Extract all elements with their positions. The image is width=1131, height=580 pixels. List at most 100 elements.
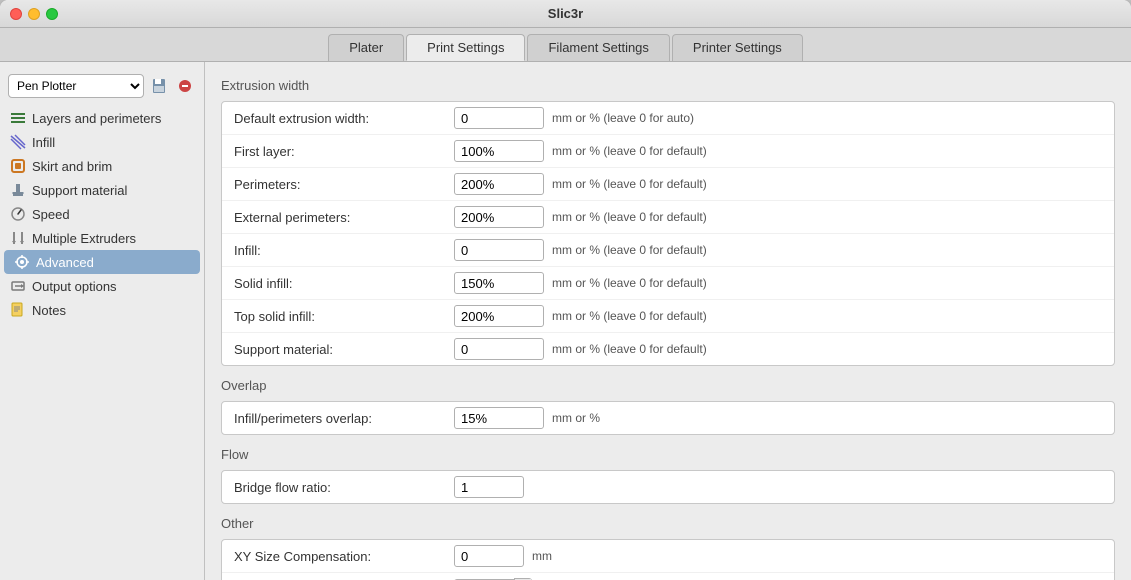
row-label-infill: Infill: xyxy=(234,243,454,258)
sidebar-label-support: Support material xyxy=(32,183,127,198)
row-label-perimeters: Perimeters: xyxy=(234,177,454,192)
table-row: Bridge flow ratio: xyxy=(222,471,1114,503)
sidebar-label-notes: Notes xyxy=(32,303,66,318)
skirt-icon xyxy=(10,158,26,174)
table-row: XY Size Compensation: mm xyxy=(222,540,1114,573)
table-row: Solid infill: mm or % (leave 0 for defau… xyxy=(222,267,1114,300)
unit-infill-perimeters-overlap: mm or % xyxy=(552,411,600,425)
infill-icon xyxy=(10,134,26,150)
unit-support-material: mm or % (leave 0 for default) xyxy=(552,342,707,356)
unit-xy-size: mm xyxy=(532,549,552,563)
row-label-support-material: Support material: xyxy=(234,342,454,357)
content-area: Extrusion width Default extrusion width:… xyxy=(205,62,1131,580)
save-profile-button[interactable] xyxy=(148,75,170,97)
row-label-external-perimeters: External perimeters: xyxy=(234,210,454,225)
table-row: External perimeters: mm or % (leave 0 fo… xyxy=(222,201,1114,234)
sidebar-item-speed[interactable]: Speed xyxy=(0,202,204,226)
input-first-layer[interactable] xyxy=(454,140,544,162)
extruder-icon xyxy=(10,230,26,246)
sidebar-label-skirt: Skirt and brim xyxy=(32,159,112,174)
table-row: Threads: ▲ ▼ xyxy=(222,573,1114,580)
profile-select[interactable]: Pen Plotter xyxy=(8,74,144,98)
sidebar-label-speed: Speed xyxy=(32,207,70,222)
input-top-solid-infill[interactable] xyxy=(454,305,544,327)
unit-first-layer: mm or % (leave 0 for default) xyxy=(552,144,707,158)
output-icon xyxy=(10,278,26,294)
overlap-panel: Infill/perimeters overlap: mm or % xyxy=(221,401,1115,435)
layers-icon xyxy=(10,110,26,126)
unit-solid-infill: mm or % (leave 0 for default) xyxy=(552,276,707,290)
table-row: Infill/perimeters overlap: mm or % xyxy=(222,402,1114,434)
profile-bar: Pen Plotter xyxy=(0,70,204,106)
sidebar-label-layers: Layers and perimeters xyxy=(32,111,161,126)
input-xy-size[interactable] xyxy=(454,545,524,567)
row-label-bridge-flow: Bridge flow ratio: xyxy=(234,480,454,495)
sidebar-item-layers-perimeters[interactable]: Layers and perimeters xyxy=(0,106,204,130)
input-infill-perimeters-overlap[interactable] xyxy=(454,407,544,429)
main-area: Pen Plotter xyxy=(0,62,1131,580)
title-bar: Slic3r xyxy=(0,0,1131,28)
tab-printer-settings[interactable]: Printer Settings xyxy=(672,34,803,61)
row-label-solid-infill: Solid infill: xyxy=(234,276,454,291)
traffic-lights xyxy=(10,8,58,20)
unit-default-extrusion: mm or % (leave 0 for auto) xyxy=(552,111,694,125)
extrusion-width-panel: Default extrusion width: mm or % (leave … xyxy=(221,101,1115,366)
table-row: Perimeters: mm or % (leave 0 for default… xyxy=(222,168,1114,201)
input-external-perimeters[interactable] xyxy=(454,206,544,228)
delete-icon xyxy=(178,79,192,93)
section-title-flow: Flow xyxy=(221,447,1115,462)
sidebar-item-advanced[interactable]: Advanced xyxy=(4,250,200,274)
delete-profile-button[interactable] xyxy=(174,75,196,97)
table-row: Infill: mm or % (leave 0 for default) xyxy=(222,234,1114,267)
row-label-first-layer: First layer: xyxy=(234,144,454,159)
flow-panel: Bridge flow ratio: xyxy=(221,470,1115,504)
main-window: Slic3r Plater Print Settings Filament Se… xyxy=(0,0,1131,580)
window-title: Slic3r xyxy=(548,6,583,21)
sidebar: Pen Plotter xyxy=(0,62,205,580)
support-icon xyxy=(10,182,26,198)
advanced-icon xyxy=(14,254,30,270)
sidebar-item-notes[interactable]: Notes xyxy=(0,298,204,322)
section-title-overlap: Overlap xyxy=(221,378,1115,393)
sidebar-label-output: Output options xyxy=(32,279,117,294)
sidebar-item-skirt-brim[interactable]: Skirt and brim xyxy=(0,154,204,178)
row-label-infill-perimeters-overlap: Infill/perimeters overlap: xyxy=(234,411,454,426)
unit-external-perimeters: mm or % (leave 0 for default) xyxy=(552,210,707,224)
notes-icon xyxy=(10,302,26,318)
close-button[interactable] xyxy=(10,8,22,20)
sidebar-item-infill[interactable]: Infill xyxy=(0,130,204,154)
row-label-top-solid-infill: Top solid infill: xyxy=(234,309,454,324)
sidebar-label-extruders: Multiple Extruders xyxy=(32,231,136,246)
speed-icon xyxy=(10,206,26,222)
row-label-default-extrusion: Default extrusion width: xyxy=(234,111,454,126)
section-title-extrusion-width: Extrusion width xyxy=(221,78,1115,93)
input-bridge-flow[interactable] xyxy=(454,476,524,498)
table-row: Default extrusion width: mm or % (leave … xyxy=(222,102,1114,135)
minimize-button[interactable] xyxy=(28,8,40,20)
input-solid-infill[interactable] xyxy=(454,272,544,294)
table-row: First layer: mm or % (leave 0 for defaul… xyxy=(222,135,1114,168)
save-icon xyxy=(151,78,167,94)
sidebar-label-infill: Infill xyxy=(32,135,55,150)
input-infill[interactable] xyxy=(454,239,544,261)
tab-print-settings[interactable]: Print Settings xyxy=(406,34,525,61)
sidebar-item-output-options[interactable]: Output options xyxy=(0,274,204,298)
tab-plater[interactable]: Plater xyxy=(328,34,404,61)
sidebar-label-advanced: Advanced xyxy=(36,255,94,270)
tab-bar: Plater Print Settings Filament Settings … xyxy=(0,28,1131,62)
other-panel: XY Size Compensation: mm Threads: ▲ ▼ xyxy=(221,539,1115,580)
row-label-xy-size: XY Size Compensation: xyxy=(234,549,454,564)
unit-infill: mm or % (leave 0 for default) xyxy=(552,243,707,257)
table-row: Top solid infill: mm or % (leave 0 for d… xyxy=(222,300,1114,333)
unit-perimeters: mm or % (leave 0 for default) xyxy=(552,177,707,191)
table-row: Support material: mm or % (leave 0 for d… xyxy=(222,333,1114,365)
sidebar-item-multiple-extruders[interactable]: Multiple Extruders xyxy=(0,226,204,250)
input-default-extrusion[interactable] xyxy=(454,107,544,129)
sidebar-item-support-material[interactable]: Support material xyxy=(0,178,204,202)
tab-filament-settings[interactable]: Filament Settings xyxy=(527,34,669,61)
maximize-button[interactable] xyxy=(46,8,58,20)
unit-top-solid-infill: mm or % (leave 0 for default) xyxy=(552,309,707,323)
section-title-other: Other xyxy=(221,516,1115,531)
input-support-material[interactable] xyxy=(454,338,544,360)
input-perimeters[interactable] xyxy=(454,173,544,195)
